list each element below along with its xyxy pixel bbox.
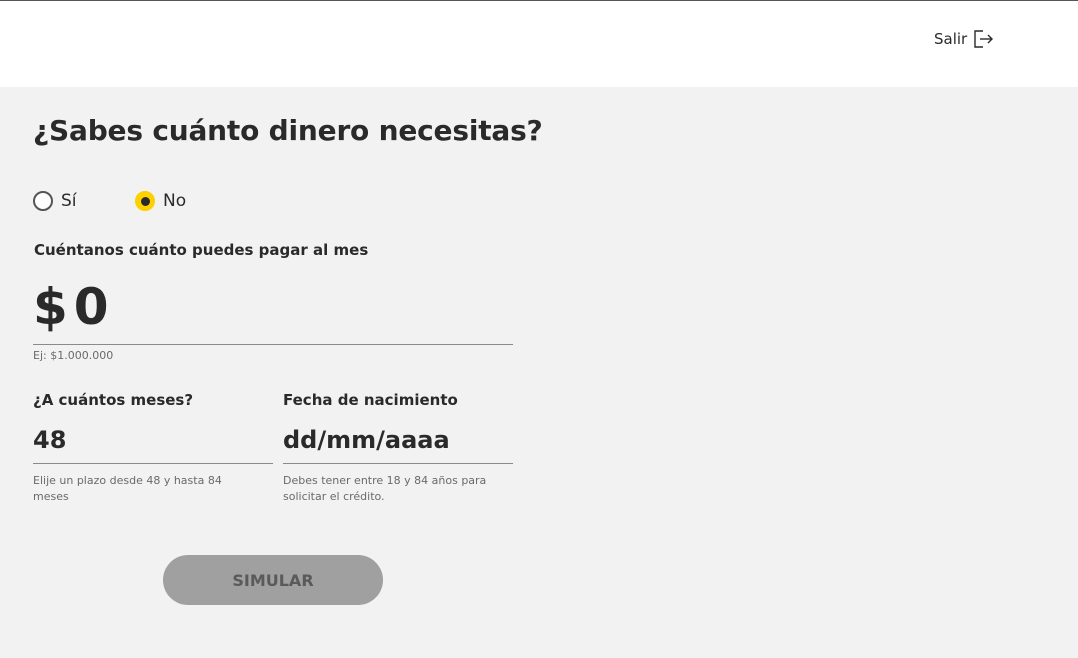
logout-label: Salir	[934, 30, 968, 48]
logout-arrow-icon	[974, 30, 994, 48]
knows-amount-radio-group: Sí No	[33, 191, 186, 211]
months-hint: Elije un plazo desde 48 y hasta 84 meses	[33, 474, 222, 503]
months-field	[33, 416, 273, 464]
radio-checked-icon[interactable]	[135, 191, 155, 211]
monthly-payment-hint: Ej: $1.000.000	[33, 349, 114, 362]
monthly-payment-label: Cuéntanos cuánto puedes pagar al mes	[34, 241, 369, 259]
top-bar: Salir	[0, 0, 1078, 87]
currency-symbol: $	[33, 278, 68, 336]
birth-date-hint: Debes tener entre 18 y 84 años para soli…	[283, 474, 487, 503]
monthly-payment-input[interactable]	[73, 278, 474, 336]
radio-unchecked-icon[interactable]	[33, 191, 53, 211]
months-input[interactable]	[33, 425, 273, 454]
radio-label-no: No	[163, 191, 187, 211]
logout-button[interactable]: Salir	[934, 29, 995, 49]
months-label: ¿A cuántos meses?	[33, 391, 194, 409]
radio-option-si[interactable]: Sí	[33, 191, 135, 211]
birth-date-label: Fecha de nacimiento	[283, 391, 458, 409]
radio-option-no[interactable]: No	[135, 191, 186, 211]
simulate-button[interactable]: SIMULAR	[163, 555, 383, 605]
simulator-form: ¿Sabes cuánto dinero necesitas? Sí No Cu…	[0, 87, 1078, 658]
birth-date-field	[283, 416, 513, 464]
monthly-payment-field: $	[33, 270, 513, 345]
radio-label-si: Sí	[61, 191, 77, 211]
page-title: ¿Sabes cuánto dinero necesitas?	[33, 114, 543, 147]
birth-date-input[interactable]	[283, 425, 513, 454]
